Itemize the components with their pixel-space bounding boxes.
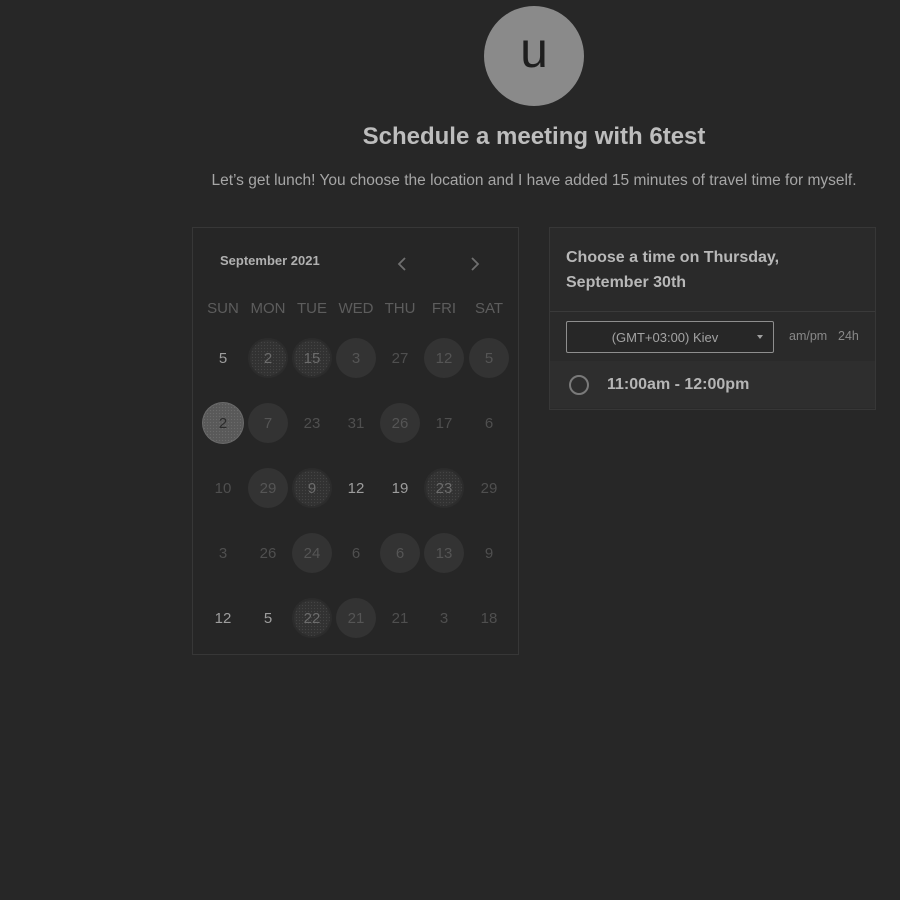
radio-button[interactable] xyxy=(569,374,589,395)
next-month-button[interactable] xyxy=(466,254,484,274)
ampm-format-toggle[interactable]: am/pm xyxy=(789,329,827,343)
chevron-left-icon xyxy=(397,257,406,271)
calendar-day: 27 xyxy=(391,349,409,367)
calendar-day[interactable]: 26 xyxy=(380,403,420,443)
timezone-select[interactable]: (GMT+03:00) Kiev xyxy=(566,321,774,353)
calendar-day: 18 xyxy=(480,609,498,627)
calendar-day[interactable]: 24 xyxy=(292,533,332,573)
calendar-day: 3 xyxy=(218,544,228,562)
page-title: Schedule a meeting with 6test xyxy=(362,123,706,150)
calendar-day[interactable]: 19 xyxy=(380,468,420,508)
calendar-day[interactable]: 13 xyxy=(424,533,464,573)
calendar-day[interactable]: 21 xyxy=(336,598,376,638)
calendar-day: 26 xyxy=(259,544,277,562)
weekday-label: SUN xyxy=(207,300,239,317)
calendar: September 2021 SUN MON TUE WED THU FRI SAT 521… xyxy=(192,227,519,655)
calendar-day[interactable]: 23 xyxy=(424,468,464,508)
calendar-day: 29 xyxy=(480,479,498,497)
calendar-day[interactable]: 5 xyxy=(203,338,243,378)
calendar-day: 31 xyxy=(347,414,365,432)
calendar-day[interactable]: 15 xyxy=(292,338,332,378)
divider xyxy=(550,311,875,312)
weekday-label: TUE xyxy=(297,300,327,317)
calendar-day[interactable]: 12 xyxy=(336,468,376,508)
page-subtitle: Let’s get lunch! You choose the location… xyxy=(211,172,857,189)
time-picker-panel: Choose a time on Thursday, September 30t… xyxy=(549,227,876,410)
weekday-label: THU xyxy=(384,300,416,317)
calendar-day: 9 xyxy=(484,544,494,562)
calendar-day: 17 xyxy=(435,414,453,432)
calendar-day[interactable]: 2 xyxy=(248,338,288,378)
calendar-day: 6 xyxy=(484,414,494,432)
calendar-day[interactable]: 12 xyxy=(203,598,243,638)
calendar-day: 23 xyxy=(303,414,321,432)
timezone-value: (GMT+03:00) Kiev xyxy=(611,329,719,345)
24h-format-toggle[interactable]: 24h xyxy=(838,329,859,343)
avatar: u xyxy=(484,6,584,106)
avatar-initial: u xyxy=(520,22,548,78)
time-slot-label: 11:00am - 12:00pm xyxy=(607,375,750,393)
time-slot-option[interactable]: 11:00am - 12:00pm xyxy=(550,361,875,408)
calendar-day: 3 xyxy=(439,609,449,627)
caret-down-icon xyxy=(757,335,763,339)
calendar-day[interactable]: 6 xyxy=(380,533,420,573)
weekday-label: SAT xyxy=(474,300,504,317)
calendar-month-label: September 2021 xyxy=(220,253,320,268)
weekday-label: WED xyxy=(338,300,374,317)
time-picker-heading: Choose a time on Thursday, September 30t… xyxy=(566,249,780,291)
weekday-label: FRI xyxy=(431,300,457,317)
calendar-day-selected[interactable]: 2 xyxy=(203,403,243,443)
calendar-day[interactable]: 5 xyxy=(248,598,288,638)
calendar-day[interactable]: 3 xyxy=(336,338,376,378)
weekday-label: MON xyxy=(250,300,286,317)
calendar-day[interactable]: 22 xyxy=(292,598,332,638)
chevron-right-icon xyxy=(471,257,480,271)
prev-month-button[interactable] xyxy=(393,254,411,274)
calendar-day[interactable]: 5 xyxy=(469,338,509,378)
calendar-day[interactable]: 29 xyxy=(248,468,288,508)
calendar-day[interactable]: 9 xyxy=(292,468,332,508)
calendar-day[interactable]: 7 xyxy=(248,403,288,443)
calendar-day: 21 xyxy=(391,609,409,627)
calendar-day[interactable]: 12 xyxy=(424,338,464,378)
calendar-day: 6 xyxy=(351,544,361,562)
calendar-day: 10 xyxy=(214,479,232,497)
